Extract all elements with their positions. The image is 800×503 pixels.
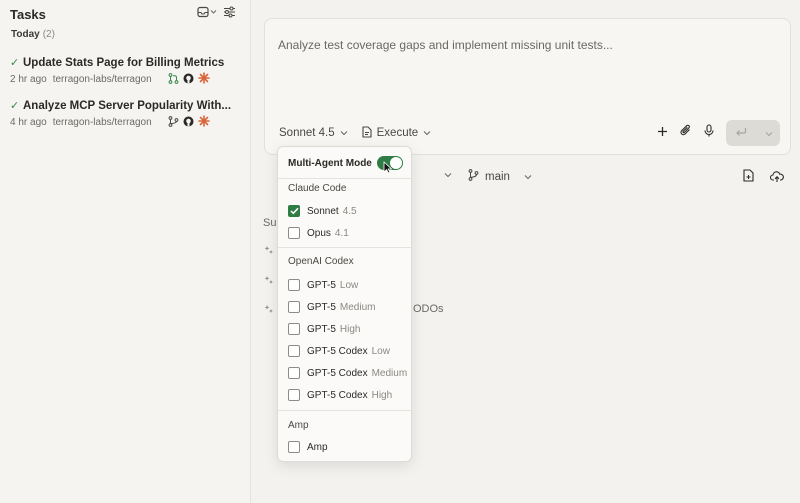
sidebar-title: Tasks [10, 7, 46, 22]
branch-icon[interactable] [168, 115, 179, 130]
option-version: Low [339, 279, 359, 291]
checkbox[interactable] [288, 323, 300, 335]
task-repo: terragon-labs/terragon [52, 74, 152, 85]
option-version: Medium [339, 301, 376, 313]
sidebar: Tasks Today (2) ✓ Update Stats Page for B… [0, 0, 251, 503]
multi-agent-mode-label: Multi-Agent Mode [288, 157, 372, 169]
plus-icon[interactable] [657, 124, 668, 142]
task-time: 4 hr ago [10, 117, 47, 128]
sparkle-icon [264, 275, 274, 288]
sparkle-icon [264, 245, 274, 258]
checkbox[interactable] [288, 389, 300, 401]
checkbox[interactable] [288, 367, 300, 379]
model-option-gpt5-high[interactable]: GPT-5 High [288, 323, 360, 335]
task-title: Analyze MCP Server Popularity With... [23, 99, 232, 112]
claude-logo-icon [197, 115, 210, 130]
model-label: Sonnet 4.5 [279, 127, 335, 139]
model-option-sonnet[interactable]: Sonnet 4.5 [288, 205, 357, 217]
option-name: GPT-5 Codex [307, 345, 368, 357]
checkbox[interactable] [288, 441, 300, 453]
model-selector[interactable]: Sonnet 4.5 [279, 127, 348, 139]
inbox-icon[interactable] [197, 6, 217, 18]
filter-sliders-icon[interactable] [223, 6, 236, 18]
paperclip-icon[interactable] [680, 124, 692, 142]
option-name: GPT-5 [307, 279, 336, 291]
model-option-amp[interactable]: Amp [288, 441, 328, 453]
check-icon: ✓ [10, 100, 20, 112]
claude-logo-icon [197, 72, 210, 87]
group-label: Today [11, 29, 40, 40]
task-time: 2 hr ago [10, 74, 47, 85]
option-version: High [371, 389, 393, 401]
model-option-gpt5-codex-low[interactable]: GPT-5 Codex Low [288, 345, 390, 357]
chevron-down-icon [444, 169, 452, 181]
option-version: Low [371, 345, 390, 357]
prompt-input[interactable]: Analyze test coverage gaps and implement… [278, 38, 613, 52]
branch-label: main [485, 170, 510, 183]
option-name: Opus [307, 227, 331, 239]
composer-toolbar: Sonnet 4.5 Execute [279, 120, 780, 146]
model-option-gpt5-codex-high[interactable]: GPT-5 Codex High [288, 389, 392, 401]
divider [278, 247, 411, 248]
github-icon[interactable] [183, 73, 194, 87]
checkbox[interactable] [288, 345, 300, 357]
upload-cloud-icon[interactable] [769, 170, 784, 188]
task-repo: terragon-labs/terragon [52, 117, 152, 128]
checkbox[interactable] [288, 301, 300, 313]
option-name: GPT-5 Codex [307, 389, 368, 401]
mode-label: Execute [376, 127, 419, 139]
section-openai-codex: OpenAI Codex [288, 256, 354, 267]
repo-selector[interactable]: n [406, 169, 452, 181]
option-name: GPT-5 [307, 301, 336, 313]
option-name: GPT-5 Codex [307, 367, 368, 379]
checkbox[interactable] [288, 227, 300, 239]
divider [278, 178, 411, 179]
mouse-cursor-icon [383, 161, 393, 179]
option-version: 4.1 [334, 227, 349, 239]
suggestions-heading: Su [263, 217, 277, 229]
option-version: High [339, 323, 361, 335]
model-option-opus[interactable]: Opus 4.1 [288, 227, 349, 239]
section-amp: Amp [288, 420, 309, 431]
chevron-down-icon [524, 171, 532, 183]
enter-icon [735, 124, 747, 142]
document-icon [362, 125, 372, 141]
chevron-down-icon [423, 127, 431, 139]
task-item[interactable]: ✓ Analyze MCP Server Popularity With... … [10, 99, 242, 130]
sparkle-icon [264, 304, 274, 317]
model-option-gpt5-low[interactable]: GPT-5 Low [288, 279, 358, 291]
sidebar-header: Tasks [10, 6, 238, 22]
suggestion-text-fragment[interactable]: ODOs [413, 303, 444, 315]
task-item[interactable]: ✓ Update Stats Page for Billing Metrics … [10, 56, 242, 87]
group-count: (2) [42, 29, 55, 40]
checkbox[interactable] [288, 279, 300, 291]
branch-selector[interactable]: main [468, 169, 532, 184]
model-dropdown-menu: Multi-Agent Mode Claude Code Sonnet 4.5 O… [277, 146, 412, 462]
model-option-gpt5-medium[interactable]: GPT-5 Medium [288, 301, 375, 313]
option-name: Amp [307, 441, 328, 453]
send-button[interactable] [726, 120, 780, 146]
option-version: Medium [371, 367, 408, 379]
option-name: Sonnet [307, 205, 339, 217]
model-option-gpt5-codex-medium[interactable]: GPT-5 Codex Medium [288, 367, 407, 379]
multi-agent-mode-row[interactable]: Multi-Agent Mode [288, 155, 403, 174]
divider [278, 410, 411, 411]
option-version: 4.5 [342, 205, 357, 217]
checkbox-checked[interactable] [288, 205, 300, 217]
pull-request-icon[interactable] [168, 72, 179, 87]
section-claude-code: Claude Code [288, 183, 347, 194]
chevron-down-icon[interactable] [765, 124, 773, 142]
github-icon[interactable] [183, 116, 194, 130]
git-branch-icon [468, 169, 479, 184]
mode-selector[interactable]: Execute [362, 125, 432, 141]
task-title: Update Stats Page for Billing Metrics [23, 56, 225, 69]
option-name: GPT-5 [307, 323, 336, 335]
new-file-icon[interactable] [743, 169, 754, 187]
microphone-icon[interactable] [704, 124, 714, 142]
prompt-composer[interactable]: Analyze test coverage gaps and implement… [264, 18, 791, 155]
check-icon: ✓ [10, 57, 20, 69]
task-group-today[interactable]: Today (2) [11, 29, 55, 40]
chevron-down-icon [340, 127, 348, 139]
